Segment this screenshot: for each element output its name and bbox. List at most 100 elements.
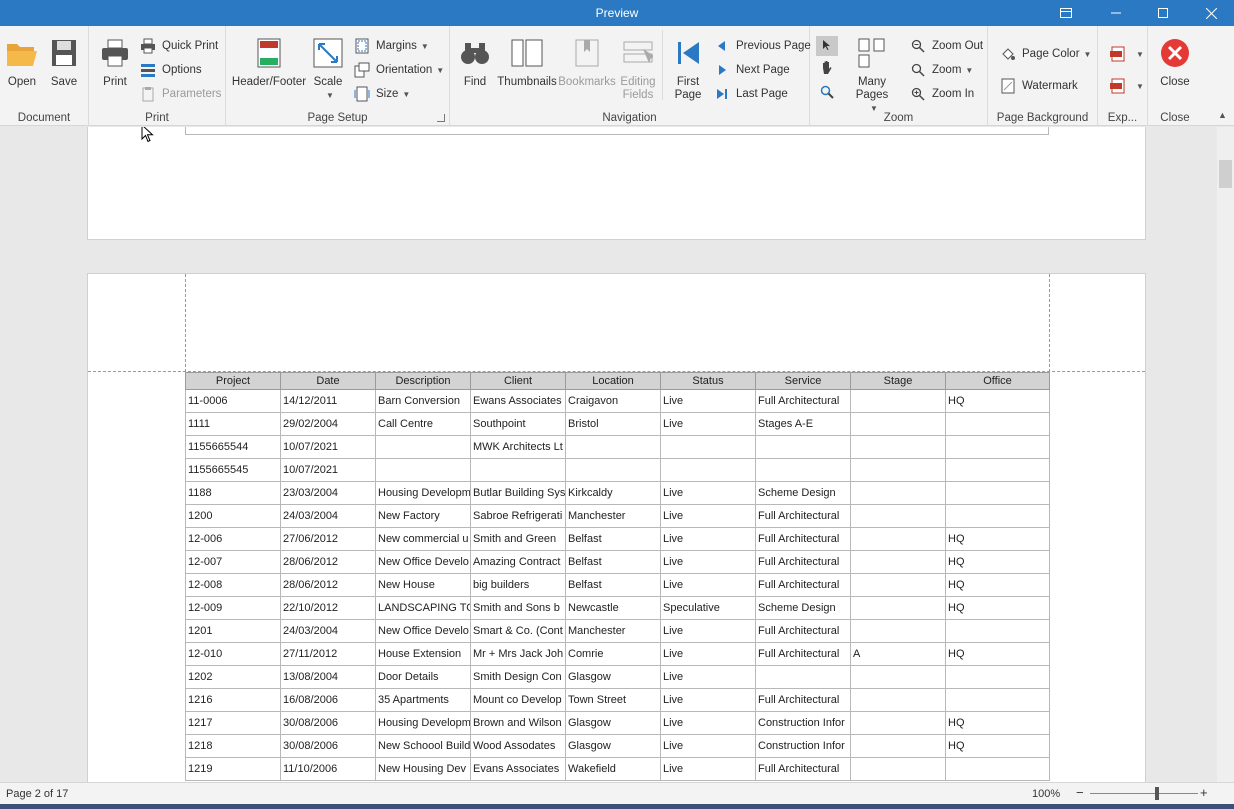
table-cell: Manchester — [565, 619, 661, 643]
table-cell — [755, 435, 851, 459]
header-footer-button[interactable]: Header/Footer — [232, 36, 306, 89]
zoom-button[interactable]: Zoom ▼ — [910, 60, 973, 80]
maximize-button[interactable] — [1140, 0, 1186, 26]
table-cell — [945, 665, 1050, 689]
preview-area[interactable]: Project Date Description Client Location Stat… — [0, 127, 1234, 782]
margins-button[interactable]: Margins ▼ — [354, 36, 429, 56]
dialog-launcher-icon[interactable] — [437, 114, 445, 122]
table-cell: Full Architectural — [755, 504, 851, 528]
save-button[interactable]: Save — [46, 36, 82, 89]
hand-tool-button[interactable] — [816, 59, 838, 79]
editing-fields-button[interactable]: Editing Fields — [618, 36, 658, 102]
zoom-in-small-button[interactable]: + — [1200, 785, 1208, 800]
table-row: 1218 30/08/2006 New Schoool Build Wood Asso… — [185, 734, 1050, 758]
zoom-slider[interactable] — [1090, 787, 1198, 800]
title-bar: Preview — [0, 0, 1234, 26]
table-cell — [945, 458, 1050, 482]
table-cell: 27/11/2012 — [280, 642, 376, 666]
magnifier-tool-button[interactable] — [816, 83, 838, 103]
chevron-down-icon: ▼ — [436, 65, 445, 75]
table-row: 12-007 28/06/2012 New Office Develo Amazing… — [185, 550, 1050, 574]
table-cell: Door Details — [375, 665, 471, 689]
table-cell: Wakefield — [565, 757, 661, 781]
zoom-slider-thumb[interactable] — [1155, 787, 1159, 800]
table-cell — [755, 458, 851, 482]
print-button[interactable]: Print — [97, 36, 133, 89]
table-cell: Kirkcaldy — [565, 481, 661, 505]
collapse-ribbon-icon[interactable]: ▲ — [1218, 110, 1227, 120]
next-page-button[interactable]: Next Page — [714, 60, 790, 80]
last-page-button[interactable]: Last Page — [714, 84, 788, 104]
watermark-button[interactable]: Watermark — [1000, 76, 1078, 96]
close-window-button[interactable] — [1188, 0, 1234, 26]
page-color-button[interactable]: Page Color ▼ — [1000, 44, 1091, 64]
table-cell: Live — [660, 573, 756, 597]
table-row: 11-0006 14/12/2011 Barn Conversion Ewans As… — [185, 389, 1050, 413]
zoom-out-button[interactable]: Zoom Out — [910, 36, 983, 56]
table-cell: Craigavon — [565, 389, 661, 413]
zoom-out-icon — [910, 38, 926, 54]
quick-print-button[interactable]: Quick Print — [140, 36, 218, 56]
floppy-disk-icon — [47, 36, 81, 70]
table-cell: Glasgow — [565, 711, 661, 735]
group-export: ▼ ▼ Exp... — [1098, 26, 1148, 126]
scrollbar-thumb[interactable] — [1219, 160, 1232, 188]
options-icon — [140, 62, 156, 78]
table-cell: 16/08/2006 — [280, 688, 376, 712]
ribbon-display-options-icon[interactable] — [1043, 0, 1089, 26]
table-cell — [850, 619, 946, 643]
table-row: 1188 23/03/2004 Housing Developm Butlar Bui… — [185, 481, 1050, 505]
scale-button[interactable]: Scale ▼ — [310, 36, 346, 102]
page-size-icon — [354, 86, 370, 102]
minimize-button[interactable] — [1093, 0, 1139, 26]
open-button[interactable]: Open — [4, 36, 40, 89]
table-cell: Full Architectural — [755, 688, 851, 712]
options-button[interactable]: Options — [140, 60, 202, 80]
group-label-page-setup: Page Setup — [307, 112, 368, 124]
group-navigation: Find Thumbnails Bookmarks Editing Fields — [450, 26, 811, 126]
orientation-button[interactable]: Orientation ▼ — [354, 60, 444, 80]
find-button[interactable]: Find — [458, 36, 492, 89]
table-cell: Amazing Contract — [470, 550, 566, 574]
parameters-icon — [140, 86, 156, 102]
table-cell: 10/07/2021 — [280, 435, 376, 459]
zoom-out-small-button[interactable]: − — [1076, 785, 1084, 800]
column-header: Location — [565, 372, 661, 390]
table-cell — [755, 665, 851, 689]
parameters-button[interactable]: Parameters — [140, 84, 221, 104]
export-button[interactable]: ▼ — [1110, 44, 1144, 64]
table-cell: 27/06/2012 — [280, 527, 376, 551]
zoom-level: 100% — [1032, 788, 1061, 800]
pointer-tool-button[interactable] — [816, 36, 838, 56]
group-label-document: Document — [17, 112, 71, 124]
table-cell — [375, 458, 471, 482]
first-page-button[interactable]: First Page — [670, 36, 706, 102]
table-cell: 1155665545 — [185, 458, 281, 482]
table-cell: Full Architectural — [755, 619, 851, 643]
table-row: 1201 24/03/2004 New Office Develo Smart & C… — [185, 619, 1050, 643]
size-button[interactable]: Size ▼ — [354, 84, 410, 104]
binoculars-icon — [458, 36, 492, 70]
table-cell: HQ — [945, 527, 1050, 551]
zoom-in-button[interactable]: Zoom In — [910, 84, 974, 104]
vertical-scrollbar[interactable] — [1217, 127, 1234, 782]
thumbnails-button[interactable]: Thumbnails — [497, 36, 557, 89]
many-pages-button[interactable]: Many Pages ▼ — [842, 36, 902, 115]
previous-page-button[interactable]: Previous Page — [714, 36, 811, 56]
table-cell: 28/06/2012 — [280, 573, 376, 597]
table-cell: 1111 — [185, 412, 281, 436]
send-button[interactable]: ▼ — [1110, 76, 1144, 96]
bookmarks-button[interactable]: Bookmarks — [558, 36, 616, 89]
table-cell: 13/08/2004 — [280, 665, 376, 689]
zoom-icon — [910, 62, 926, 78]
table-row: 1111 29/02/2004 Call Centre Southpoint Brist… — [185, 412, 1050, 436]
table-cell — [945, 412, 1050, 436]
table-cell: Mount co Develop — [470, 688, 566, 712]
table-row: 1200 24/03/2004 New Factory Sabroe Refriger… — [185, 504, 1050, 528]
table-cell: 1217 — [185, 711, 281, 735]
close-preview-button[interactable]: Close — [1156, 36, 1194, 89]
table-cell — [850, 757, 946, 781]
table-cell — [850, 412, 946, 436]
table-cell: Housing Developm — [375, 481, 471, 505]
margins-icon — [354, 38, 370, 54]
